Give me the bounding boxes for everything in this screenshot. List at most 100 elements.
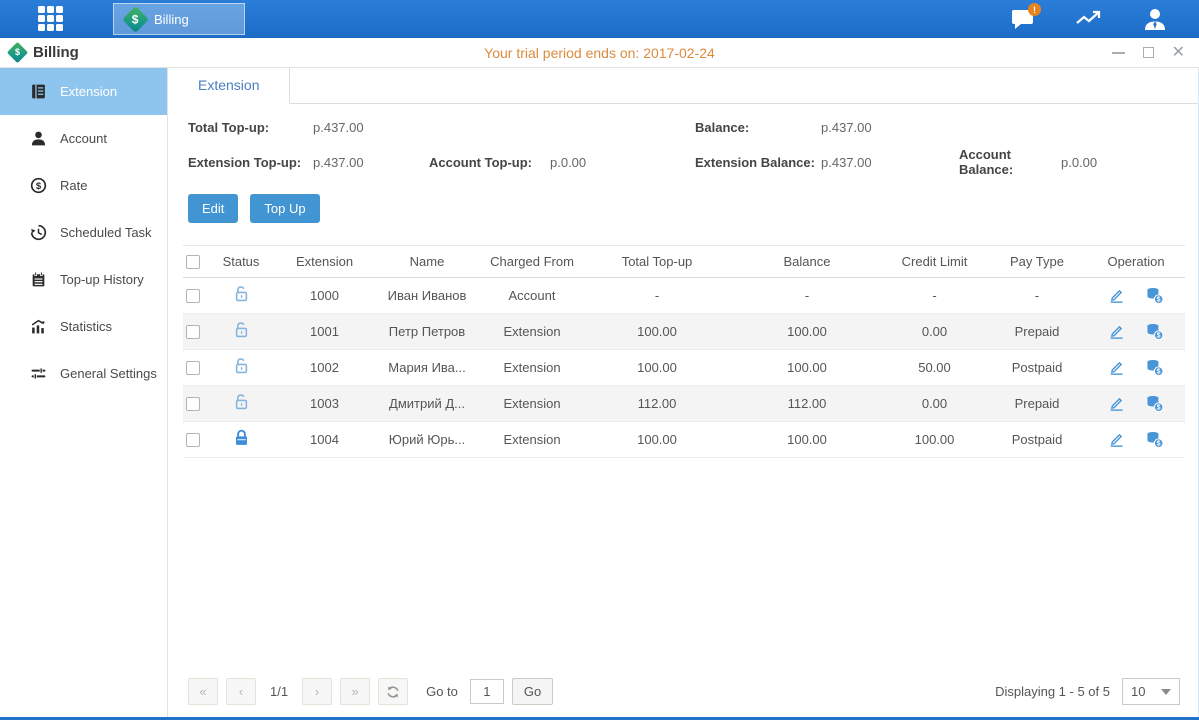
top-up-row-button[interactable]: $ [1145,359,1164,376]
extension-cell: 1004 [277,422,372,458]
table-row[interactable]: 1000Иван ИвановAccount----$ [183,278,1185,314]
pay-type-cell: Postpaid [987,422,1087,458]
messages-icon[interactable]: ! [1009,5,1037,33]
summary-panel: Total Top-up: p.437.00 Balance: p.437.00… [188,120,1198,177]
select-all-checkbox[interactable] [186,255,200,269]
last-page-button[interactable]: » [340,678,370,705]
table-row[interactable]: 1003Дмитрий Д...Extension112.00112.000.0… [183,386,1185,422]
col-pay-type: Pay Type [987,246,1087,278]
table-row[interactable]: 1001Петр ПетровExtension100.00100.000.00… [183,314,1185,350]
refresh-button[interactable] [378,678,408,705]
sliders-icon [30,365,47,382]
sidebar-item-topup-history[interactable]: Top-up History [0,256,167,303]
sidebar-item-scheduled-task[interactable]: Scheduled Task [0,209,167,256]
extension-topup-value: p.437.00 [313,155,429,170]
row-checkbox[interactable] [186,325,200,339]
sidebar-item-label: Account [60,131,107,146]
top-up-row-button[interactable]: $ [1145,323,1164,340]
goto-page-input[interactable] [470,679,504,704]
next-page-button[interactable]: › [302,678,332,705]
status-cell [205,386,277,422]
charged-from-cell: Account [482,278,582,314]
go-button[interactable]: Go [512,678,553,705]
resource-monitor-icon[interactable] [1075,5,1103,33]
sidebar-item-rate[interactable]: $ Rate [0,162,167,209]
ledger-icon [30,83,47,100]
pagination: « ‹ 1/1 › » Go to Go [188,678,553,705]
status-cell [205,314,277,350]
edit-row-button[interactable] [1108,287,1125,304]
person-icon [30,130,47,147]
edit-button[interactable]: Edit [188,194,238,223]
taskbar-item-billing[interactable]: $ Billing [113,3,245,35]
sidebar-item-account[interactable]: Account [0,115,167,162]
extension-topup-label: Extension Top-up: [188,155,313,170]
credit-limit-cell: 0.00 [882,314,987,350]
lock-open-icon [233,285,250,303]
operation-cell: $ [1087,386,1185,421]
row-checkbox[interactable] [186,361,200,375]
prev-page-button[interactable]: ‹ [226,678,256,705]
trial-notice: Your trial period ends on: 2017-02-24 [0,45,1199,61]
top-up-button[interactable]: Top Up [250,194,319,223]
name-cell: Петр Петров [372,314,482,350]
status-cell [205,350,277,386]
page-size-select[interactable]: 10 [1122,678,1180,705]
row-checkbox[interactable] [186,289,200,303]
edit-row-button[interactable] [1108,395,1125,412]
account-topup-value: p.0.00 [550,155,695,170]
table-row[interactable]: 1002Мария Ива...Extension100.00100.0050.… [183,350,1185,386]
svg-text:$: $ [36,181,42,192]
table-header-row: Status Extension Name Charged From Total… [183,246,1185,278]
sidebar-item-label: General Settings [60,366,157,381]
extension-balance-label: Extension Balance: [695,155,821,170]
operation-cell: $ [1087,350,1185,385]
balance-label: Balance: [695,120,821,135]
edit-row-button[interactable] [1108,431,1125,448]
extension-cell: 1000 [277,278,372,314]
minimize-icon[interactable] [1112,52,1125,54]
top-up-row-button[interactable]: $ [1145,287,1164,304]
page-indicator: 1/1 [270,684,288,699]
clock-history-icon [30,224,47,241]
table-row[interactable]: 1004Юрий Юрь...Extension100.00100.00100.… [183,422,1185,458]
name-cell: Иван Иванов [372,278,482,314]
col-extension: Extension [277,246,372,278]
edit-row-button[interactable] [1108,323,1125,340]
bar-chart-icon [30,318,47,335]
edit-row-button[interactable] [1108,359,1125,376]
desktop-topbar: $ Billing ! [0,0,1199,38]
balance-cell: 112.00 [732,386,882,422]
billing-dollar-diamond-icon: $ [122,6,149,33]
balance-cell: 100.00 [732,422,882,458]
sidebar-item-extension[interactable]: Extension [0,68,167,115]
app-launcher-grid-icon[interactable] [38,6,68,32]
row-checkbox[interactable] [186,397,200,411]
col-total-topup: Total Top-up [582,246,732,278]
charged-from-cell: Extension [482,314,582,350]
total-topup-cell: 100.00 [582,314,732,350]
tabstrip: Extension [168,68,1198,104]
account-balance-label: Account Balance: [959,147,1061,177]
top-up-row-button[interactable]: $ [1145,431,1164,448]
name-cell: Дмитрий Д... [372,386,482,422]
billing-app-icon: $ [7,42,28,63]
first-page-button[interactable]: « [188,678,218,705]
close-icon[interactable]: ✕ [1172,45,1185,61]
tab-extension[interactable]: Extension [168,68,290,104]
extension-cell: 1002 [277,350,372,386]
total-topup-cell: 100.00 [582,350,732,386]
charged-from-cell: Extension [482,422,582,458]
sidebar-item-statistics[interactable]: Statistics [0,303,167,350]
sidebar-item-label: Rate [60,178,87,193]
status-cell [205,422,277,458]
top-up-row-button[interactable]: $ [1145,395,1164,412]
charged-from-cell: Extension [482,386,582,422]
user-account-icon[interactable] [1141,5,1169,33]
sidebar-item-general-settings[interactable]: General Settings [0,350,167,397]
lock-open-icon [233,393,250,411]
sidebar-item-label: Extension [60,84,117,99]
row-checkbox[interactable] [186,433,200,447]
maximize-icon[interactable] [1143,47,1154,58]
extension-balance-value: p.437.00 [821,155,959,170]
